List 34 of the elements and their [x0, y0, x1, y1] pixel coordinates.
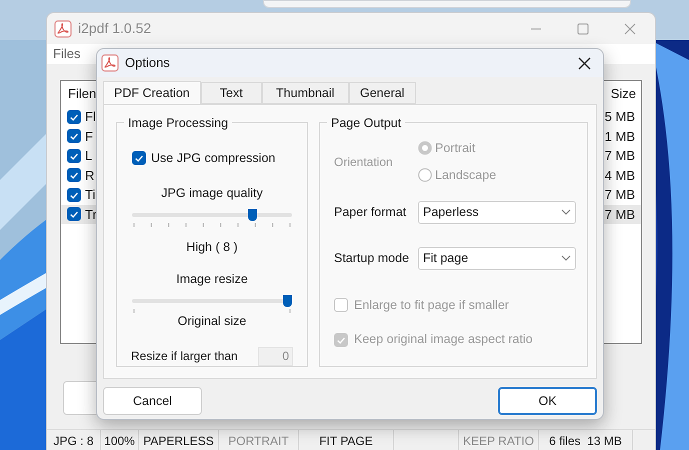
dialog-title: Options — [125, 54, 170, 72]
status-text: JPG : 8 — [53, 432, 94, 450]
checkbox-label: Use JPG compression — [151, 150, 276, 167]
file-name: R — [85, 166, 94, 184]
file-name: L — [85, 147, 92, 165]
file-size: 1 MB — [604, 128, 635, 146]
slider-reading: Original size — [176, 313, 248, 330]
status-text: 100% — [104, 432, 135, 450]
field-label: Paper format — [334, 204, 408, 221]
file-name: Fl — [85, 108, 96, 126]
slider-reading: High ( 8 ) — [185, 238, 239, 256]
checkbox-label: Keep original image aspect ratio — [354, 331, 533, 348]
field-label: Startup mode — [334, 250, 410, 267]
window-title: i2pdf 1.0.52 — [78, 19, 152, 38]
file-size: 7 MB — [604, 186, 635, 204]
status-text: PORTRAIT — [228, 432, 289, 450]
file-size: 7 MB — [604, 206, 635, 224]
radio-label: Portrait — [435, 140, 476, 157]
checkbox-label: Enlarge to fit page if smaller — [354, 296, 509, 314]
file-name: Tr — [85, 206, 97, 224]
field-label: Resize if larger than — [131, 348, 238, 366]
status-text: FIT PAGE — [319, 432, 373, 450]
slider-label: Image resize — [175, 271, 249, 288]
file-size: 4 MB — [604, 166, 635, 184]
status-text: 6 files 13 MB — [549, 432, 622, 450]
radio-label: Landscape — [435, 166, 496, 184]
file-name: F — [85, 128, 93, 146]
status-text: PAPERLESS — [143, 432, 214, 450]
field-label: Orientation — [334, 154, 394, 171]
file-size: 5 MB — [604, 108, 635, 126]
file-name: Ti — [85, 186, 96, 204]
file-size: 7 MB — [604, 147, 635, 165]
status-text: KEEP RATIO — [463, 432, 534, 450]
slider-label: JPG image quality — [160, 184, 264, 202]
